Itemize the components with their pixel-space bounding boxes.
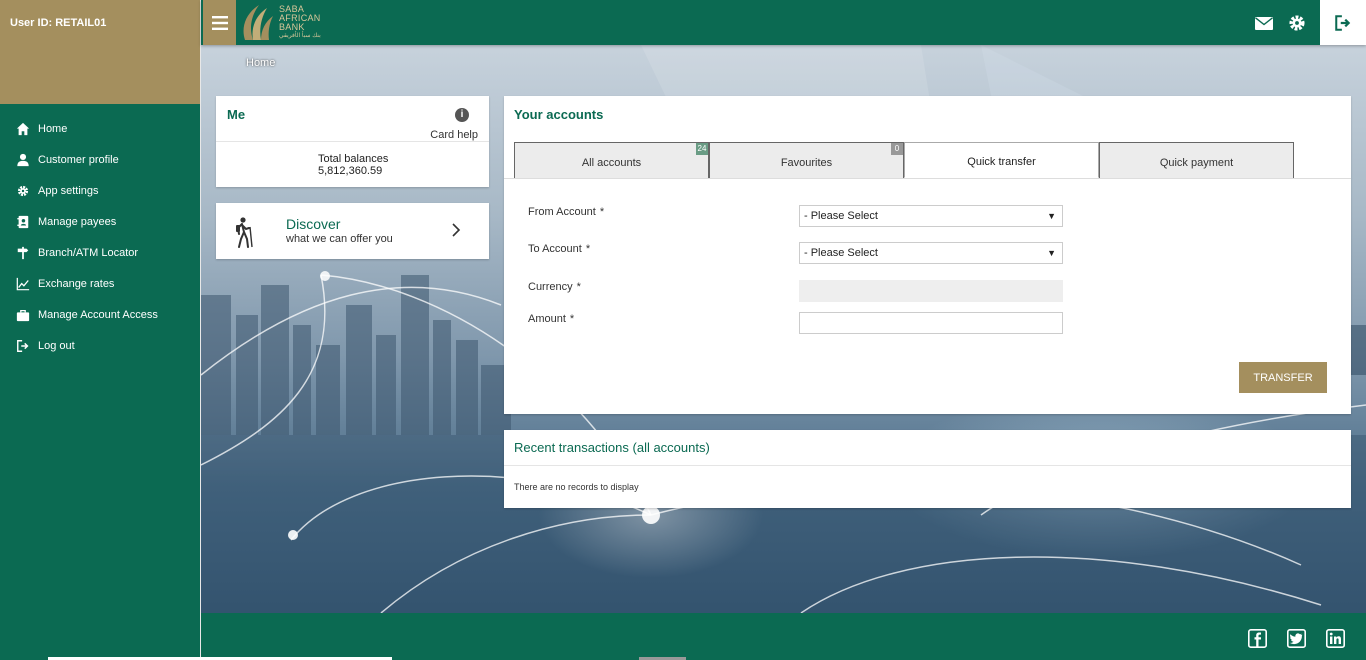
tab-label: Quick payment [1159, 156, 1234, 169]
chevron-right-icon [452, 223, 461, 237]
currency-label: Currency * [528, 281, 581, 293]
brand-line-3: BANK [279, 22, 305, 32]
sidebar-item-home[interactable]: Home [0, 113, 200, 144]
top-header: SABA AFRICAN BANK بنك سبأ الأفريقي [201, 0, 1366, 45]
sidebar-item-label: Manage payees [38, 215, 117, 228]
brand-arabic: بنك سبأ الأفريقي [279, 33, 321, 39]
sidebar-item-label: Branch/ATM Locator [38, 246, 139, 259]
tab-label: Quick transfer [967, 156, 1036, 168]
amount-label: Amount * [528, 313, 574, 325]
sidebar-item-exchange-rates[interactable]: Exchange rates [0, 268, 200, 299]
to-account-label-text: To Account [528, 243, 582, 255]
me-card-title: Me [227, 107, 246, 122]
amount-input[interactable] [799, 312, 1063, 334]
sidebar: User ID: RETAIL01 Home Customer profile … [0, 0, 201, 660]
to-account-value: - Please Select [804, 247, 878, 259]
gear-icon [15, 183, 30, 198]
from-account-value: - Please Select [804, 210, 878, 222]
count-badge: 24 [696, 143, 708, 155]
to-account-select[interactable]: - Please Select ▼ [799, 242, 1063, 264]
tab-quick-transfer[interactable]: Quick transfer [904, 142, 1099, 178]
me-card: Me i Card help Total balances 5,812,360.… [216, 96, 489, 187]
sidebar-nav: Home Customer profile App settings Manag… [0, 104, 200, 361]
signpost-icon [15, 245, 30, 260]
tab-favourites[interactable]: Favourites 0 [709, 142, 904, 178]
total-balances-label: Total balances [318, 153, 389, 165]
empty-state-text: There are no records to display [514, 482, 639, 492]
address-book-icon [15, 214, 30, 229]
bank-logo-text: SABA AFRICAN BANK بنك سبأ الأفريقي [279, 5, 321, 41]
logout-icon [1335, 14, 1351, 31]
discover-title: Discover [286, 216, 341, 232]
bank-logo-mark [243, 5, 273, 40]
sidebar-item-label: App settings [38, 184, 99, 197]
total-balances-value: 5,812,360.59 [318, 165, 383, 177]
tab-divider [504, 178, 1351, 179]
chevron-down-icon: ▼ [1047, 211, 1056, 221]
from-account-label-text: From Account [528, 206, 596, 218]
sidebar-item-label: Manage Account Access [38, 308, 158, 321]
amount-label-text: Amount [528, 313, 566, 325]
tab-label: All accounts [581, 156, 642, 169]
mail-icon [1255, 16, 1273, 30]
line-chart-icon [15, 276, 30, 291]
user-icon [15, 152, 30, 167]
required-mark: * [569, 313, 575, 325]
currency-label-text: Currency [528, 281, 573, 293]
sidebar-item-app-settings[interactable]: App settings [0, 175, 200, 206]
accounts-title: Your accounts [514, 107, 604, 122]
sidebar-item-label: Customer profile [38, 153, 119, 166]
sidebar-item-branch-atm-locator[interactable]: Branch/ATM Locator [0, 237, 200, 268]
hamburger-menu-button[interactable] [203, 0, 236, 45]
sidebar-item-customer-profile[interactable]: Customer profile [0, 144, 200, 175]
divider [216, 141, 489, 142]
required-mark: * [599, 206, 605, 218]
your-accounts-panel: Your accounts All accounts 24 Favourites… [504, 96, 1351, 414]
menu-icon [211, 15, 228, 30]
to-account-label: To Account * [528, 243, 590, 255]
tab-all-accounts[interactable]: All accounts 24 [514, 142, 709, 178]
from-account-select[interactable]: - Please Select ▼ [799, 205, 1063, 227]
sidebar-item-label: Home [38, 122, 68, 135]
sidebar-item-label: Log out [38, 339, 75, 352]
user-info-box: User ID: RETAIL01 [0, 0, 200, 104]
logout-button[interactable] [1320, 0, 1366, 45]
linkedin-icon[interactable] [1326, 629, 1345, 648]
mail-button[interactable] [1253, 12, 1275, 34]
required-mark: * [576, 281, 581, 293]
bank-logo[interactable]: SABA AFRICAN BANK بنك سبأ الأفريقي [239, 2, 321, 44]
facebook-icon[interactable] [1248, 629, 1267, 648]
discover-card[interactable]: Discover what we can offer you [216, 203, 489, 259]
settings-button[interactable] [1286, 12, 1308, 34]
recent-transactions-title: Recent transactions (all accounts) [514, 440, 710, 455]
sidebar-item-log-out[interactable]: Log out [0, 330, 200, 361]
count-badge: 0 [891, 143, 903, 155]
twitter-icon[interactable] [1287, 629, 1306, 648]
currency-field [799, 280, 1063, 302]
required-mark: * [585, 243, 591, 255]
tab-quick-payment[interactable]: Quick payment [1099, 142, 1294, 178]
gear-icon [1289, 15, 1305, 31]
logout-icon [15, 338, 30, 353]
info-icon[interactable]: i [455, 108, 469, 122]
chevron-down-icon: ▼ [1047, 248, 1056, 258]
sidebar-item-manage-account-access[interactable]: Manage Account Access [0, 299, 200, 330]
transfer-button[interactable]: TRANSFER [1239, 362, 1327, 393]
home-icon [15, 121, 30, 136]
breadcrumb-home[interactable]: Home [246, 57, 275, 69]
divider [504, 465, 1351, 466]
account-tabs: All accounts 24 Favourites 0 Quick trans… [514, 142, 1294, 178]
main-content: Home Me i Card help Total balances 5,812… [201, 45, 1366, 613]
briefcase-icon [15, 307, 30, 322]
hiker-icon [236, 217, 253, 248]
discover-subtitle: what we can offer you [286, 233, 393, 245]
card-help-link[interactable]: Card help [430, 129, 478, 141]
tab-label: Favourites [780, 156, 833, 169]
from-account-label: From Account * [528, 206, 604, 218]
user-id-label: User ID: RETAIL01 [10, 17, 107, 29]
sidebar-item-label: Exchange rates [38, 277, 115, 290]
recent-transactions-panel: Recent transactions (all accounts) There… [504, 430, 1351, 508]
footer [201, 613, 1366, 660]
sidebar-item-manage-payees[interactable]: Manage payees [0, 206, 200, 237]
